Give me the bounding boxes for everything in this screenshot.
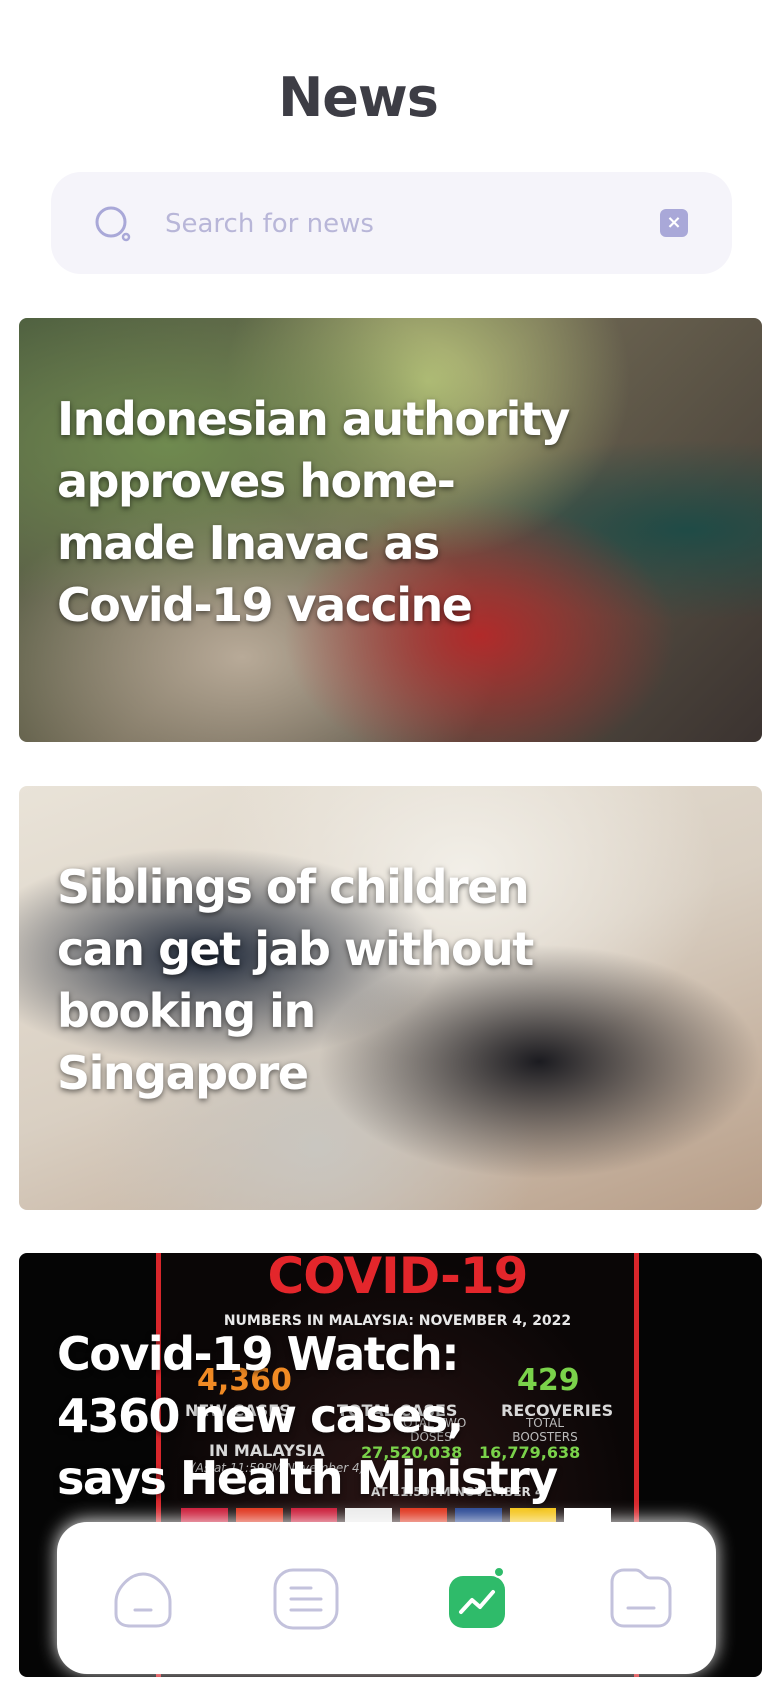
list-icon (271, 1564, 341, 1634)
home-icon (108, 1564, 178, 1634)
news-headline[interactable]: Indonesian authority approves home-made … (57, 388, 577, 636)
nav-home-button[interactable] (108, 1564, 178, 1634)
news-card[interactable]: Indonesian authority approves home-made … (19, 318, 762, 742)
nav-folder-button[interactable] (606, 1564, 676, 1634)
infographic-title: COVID-19 (267, 1253, 529, 1305)
news-card[interactable]: Siblings of children can get jab without… (19, 786, 762, 1210)
bottom-nav (57, 1522, 716, 1674)
news-headline[interactable]: Covid-19 Watch: 4360 new cases, says Hea… (57, 1323, 577, 1509)
nav-list-button[interactable] (271, 1564, 341, 1634)
close-icon: × (666, 212, 682, 233)
nav-trending-button[interactable] (441, 1564, 511, 1634)
news-headline[interactable]: Siblings of children can get jab without… (57, 856, 577, 1104)
search-bar[interactable]: × (51, 172, 732, 274)
search-input[interactable] (163, 202, 687, 246)
page-title: News (278, 66, 439, 129)
trending-icon (441, 1564, 511, 1634)
clear-search-button[interactable]: × (660, 209, 688, 237)
search-icon (93, 204, 133, 244)
folder-icon (606, 1564, 676, 1634)
